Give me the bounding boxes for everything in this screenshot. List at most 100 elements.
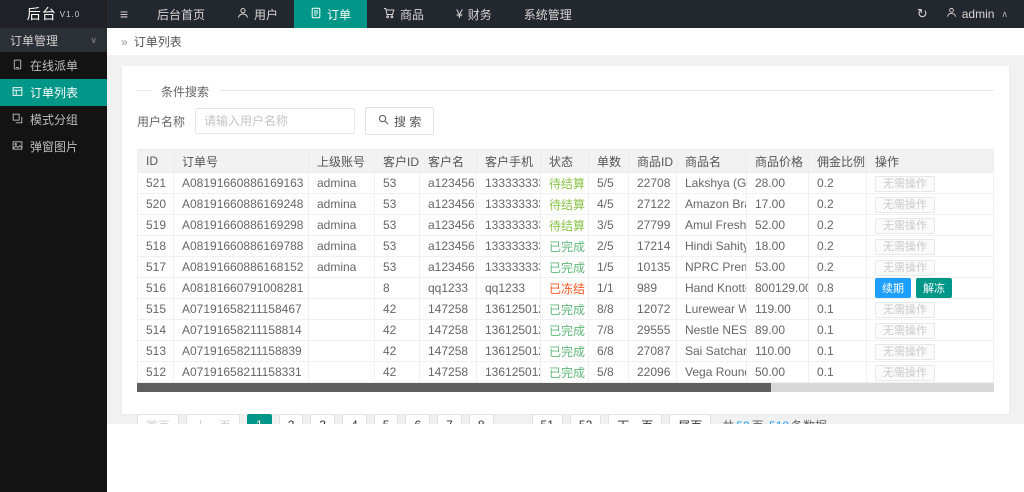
cell-cust_id: 42 [375, 320, 420, 341]
breadcrumb: » 订单列表 [107, 28, 1024, 56]
topbar-right: ↻ admin ∧ [917, 0, 1024, 28]
cell-price: 50.00 [747, 362, 809, 383]
cell-prod_id: 27799 [629, 215, 677, 236]
cell-prod_name: Amul Fresh P... [677, 215, 747, 236]
cell-order_no: A07191658211158814 [174, 320, 309, 341]
cell-price: 17.00 [747, 194, 809, 215]
order-list-icon [12, 86, 23, 100]
cell-count: 7/8 [589, 320, 629, 341]
yen-icon: ¥ [456, 7, 463, 21]
app-logo-text: 后台 [27, 4, 57, 24]
nav-orders-label: 订单 [327, 6, 351, 23]
cell-actions: 无需操作 [867, 215, 994, 236]
username-input[interactable] [195, 108, 355, 134]
cell-phone: 13333333333 [477, 173, 541, 194]
sidebar-item-label: 弹窗图片 [30, 138, 78, 155]
search-legend: 条件搜索 [151, 83, 219, 100]
cell-id: 520 [138, 194, 174, 215]
cell-id: 519 [138, 215, 174, 236]
unfreeze-button[interactable]: 解冻 [916, 278, 952, 298]
cell-parent [309, 299, 375, 320]
horizontal-scrollbar[interactable] [137, 383, 994, 392]
cell-prod_id: 29555 [629, 320, 677, 341]
cell-order_no: A08181660791008281 [174, 278, 309, 299]
table-header-row: ID订单号上级账号客户ID客户名客户手机状态单数商品ID商品名商品价格佣金比例操… [138, 150, 994, 173]
cell-prod_name: Sai Satcharitr... [677, 341, 747, 362]
cell-status: 已完成 [541, 362, 589, 383]
nav-system[interactable]: 系统管理 [508, 0, 588, 28]
cell-ratio: 0.1 [809, 362, 867, 383]
table-row: 512A071916582111583314214725813612501250… [138, 362, 994, 383]
cell-parent: admina [309, 236, 375, 257]
sidebar-item-order-list[interactable]: 订单列表 [0, 79, 107, 106]
nav-users[interactable]: 用户 [221, 0, 294, 28]
no-action-button: 无需操作 [875, 344, 935, 360]
table-row: 518A08191660886169788admina53a1234561333… [138, 236, 994, 257]
column-header: 商品ID [629, 150, 677, 173]
cell-cust_name: a123456 [420, 194, 477, 215]
cell-actions: 无需操作 [867, 257, 994, 278]
nav-home-label: 后台首页 [157, 6, 205, 23]
table-row: 521A08191660886169163admina53a1234561333… [138, 173, 994, 194]
cell-phone: qq1233 [477, 278, 541, 299]
sidebar-group-orders[interactable]: 订单管理 ∨ [0, 28, 107, 52]
sidebar-item-popup-image[interactable]: 弹窗图片 [0, 133, 107, 160]
chevron-down-icon: ∨ [90, 35, 97, 46]
cell-prod_id: 27087 [629, 341, 677, 362]
admin-menu[interactable]: admin ∧ [946, 7, 1008, 21]
table-row: 517A08191660886168152admina53a1234561333… [138, 257, 994, 278]
cell-order_no: A08191660886169248 [174, 194, 309, 215]
cell-ratio: 0.1 [809, 299, 867, 320]
nav-home[interactable]: 后台首页 [141, 0, 221, 28]
no-action-button: 无需操作 [875, 302, 935, 318]
table-row: 515A071916582111584674214725813612501250… [138, 299, 994, 320]
order-table-body: 521A08191660886169163admina53a1234561333… [138, 173, 994, 383]
sidebar-item-mode-group[interactable]: 模式分组 [0, 106, 107, 133]
cell-status: 待结算 [541, 194, 589, 215]
column-header: 客户手机 [477, 150, 541, 173]
cell-phone: 13612501250 [477, 341, 541, 362]
app-logo: 后台 V1.0 [0, 0, 107, 28]
cell-cust_id: 53 [375, 257, 420, 278]
nav-orders[interactable]: 订单 [294, 0, 367, 28]
menu-toggle-icon[interactable]: ≡ [107, 0, 141, 28]
cell-phone: 13333333333 [477, 257, 541, 278]
cell-price: 800129.00 [747, 278, 809, 299]
cell-order_no: A08191660886169298 [174, 215, 309, 236]
cell-id: 515 [138, 299, 174, 320]
cart-icon [383, 7, 395, 22]
renew-button[interactable]: 续期 [875, 278, 911, 298]
cell-count: 1/5 [589, 257, 629, 278]
column-header: 客户名 [420, 150, 477, 173]
caret-up-icon: ∧ [1001, 9, 1008, 20]
cell-prod_id: 27122 [629, 194, 677, 215]
nav-system-label: 系统管理 [524, 6, 572, 23]
refresh-icon[interactable]: ↻ [917, 6, 928, 22]
cell-status: 已完成 [541, 236, 589, 257]
cell-price: 53.00 [747, 257, 809, 278]
cell-count: 4/5 [589, 194, 629, 215]
scrollbar-thumb[interactable] [137, 383, 771, 392]
search-button[interactable]: 搜 索 [365, 107, 434, 135]
cell-prod_id: 22708 [629, 173, 677, 194]
cell-status: 已完成 [541, 257, 589, 278]
cell-cust_name: a123456 [420, 215, 477, 236]
nav-finance[interactable]: ¥ 财务 [440, 0, 508, 28]
nav-products[interactable]: 商品 [367, 0, 440, 28]
cell-status: 已完成 [541, 320, 589, 341]
cell-parent [309, 341, 375, 362]
cell-id: 512 [138, 362, 174, 383]
footer-strip [107, 424, 1024, 492]
cell-count: 6/8 [589, 341, 629, 362]
cell-parent: admina [309, 257, 375, 278]
no-action-button: 无需操作 [875, 239, 935, 255]
sidebar-item-online-dispatch[interactable]: 在线派单 [0, 52, 107, 79]
cell-prod_name: Lurewear Whi... [677, 299, 747, 320]
sidebar-item-label: 订单列表 [30, 84, 78, 101]
cell-actions: 无需操作 [867, 236, 994, 257]
group-icon [12, 113, 23, 127]
cell-ratio: 0.2 [809, 236, 867, 257]
cell-actions: 无需操作 [867, 194, 994, 215]
cell-ratio: 0.2 [809, 173, 867, 194]
cell-cust_id: 53 [375, 215, 420, 236]
